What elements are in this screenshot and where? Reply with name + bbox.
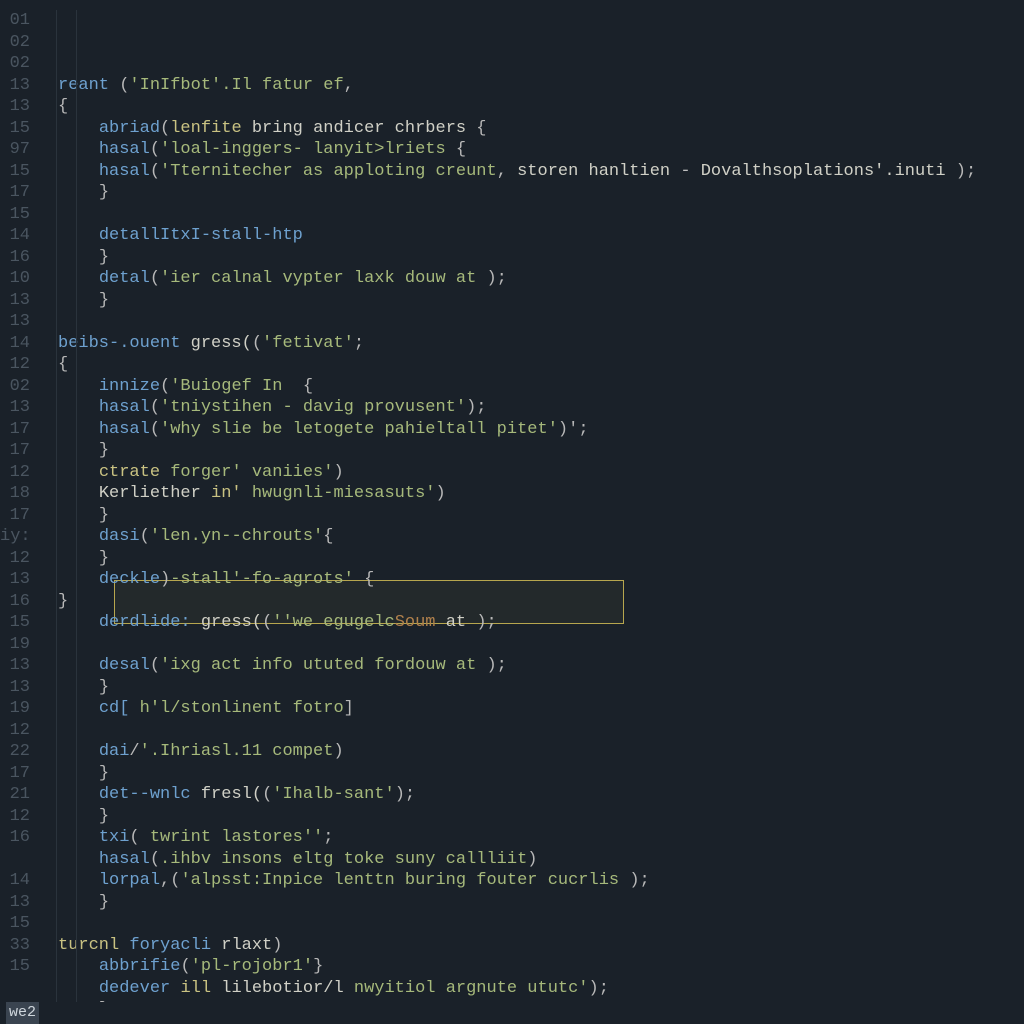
line-number: 22 [0, 741, 30, 763]
code-line[interactable]: } [38, 182, 1024, 204]
line-number: 15 [0, 612, 30, 634]
code-line[interactable]: detallItxI-stall-htp [38, 225, 1024, 247]
line-number: 12 [0, 462, 30, 484]
line-number: 13 [0, 677, 30, 699]
line-number: 18 [0, 483, 30, 505]
code-line[interactable]: hasal('loal-inggers- lanyit>lriets { [38, 139, 1024, 161]
line-number: iy: [0, 526, 30, 548]
line-number: 12 [0, 720, 30, 742]
code-line[interactable] [38, 311, 1024, 333]
line-number: 16 [0, 247, 30, 269]
code-line[interactable]: } [38, 806, 1024, 828]
line-number: 15 [0, 118, 30, 140]
line-number: 14 [0, 870, 30, 892]
code-line[interactable]: hasal(.ihbv insons eltg toke suny callli… [38, 849, 1024, 871]
code-line[interactable]: reant ('InIfbot'.Il fatur ef, [38, 75, 1024, 97]
line-number: 02 [0, 53, 30, 75]
line-number: 17 [0, 440, 30, 462]
line-number: 17 [0, 182, 30, 204]
line-number [0, 849, 30, 871]
line-number: 10 [0, 268, 30, 290]
code-line[interactable]: hasal('why slie be letogete pahieltall p… [38, 419, 1024, 441]
line-number: 16 [0, 827, 30, 849]
status-bar: we2 [0, 1002, 1024, 1024]
line-number: 12 [0, 548, 30, 570]
line-number: 13 [0, 655, 30, 677]
line-number: 19 [0, 698, 30, 720]
line-number: 14 [0, 225, 30, 247]
line-number: 12 [0, 354, 30, 376]
code-line[interactable]: } [38, 548, 1024, 570]
line-number: 02 [0, 32, 30, 54]
code-line[interactable]: Kerliether in' hwugnli-miesasuts') [38, 483, 1024, 505]
line-number: 15 [0, 204, 30, 226]
line-number: 19 [0, 634, 30, 656]
line-number: 12 [0, 806, 30, 828]
code-line[interactable]: hasal('Tternitecher as apploting creunt,… [38, 161, 1024, 183]
line-number: 17 [0, 419, 30, 441]
line-number: 33 [0, 935, 30, 957]
line-number: 13 [0, 96, 30, 118]
line-number: 13 [0, 290, 30, 312]
code-line[interactable]: { [38, 96, 1024, 118]
code-line[interactable]: } [38, 440, 1024, 462]
line-number: 15 [0, 956, 30, 978]
code-line[interactable]: dasi('len.yn--chrouts'{ [38, 526, 1024, 548]
code-line[interactable]: dai/'.Ihriasl.11 compet) [38, 741, 1024, 763]
line-number: 97 [0, 139, 30, 161]
code-line[interactable]: derdlide: gress((''we egugelcSoum at ); [38, 612, 1024, 634]
code-line[interactable]: } [38, 892, 1024, 914]
code-line[interactable]: } [38, 591, 1024, 613]
code-line[interactable]: desal('ixg act info ututed fordouw at ); [38, 655, 1024, 677]
line-number: 17 [0, 763, 30, 785]
status-text: we2 [6, 1002, 39, 1024]
code-line[interactable]: abbrifie('pl-rojobr1'} [38, 956, 1024, 978]
line-number: 15 [0, 913, 30, 935]
line-number: 13 [0, 892, 30, 914]
code-line[interactable]: ctrate forger' vaniies') [38, 462, 1024, 484]
code-line[interactable]: } [38, 505, 1024, 527]
code-line[interactable]: dedever ill lilebotior/l nwyitiol argnut… [38, 978, 1024, 1000]
code-line[interactable] [38, 204, 1024, 226]
line-number: 13 [0, 75, 30, 97]
line-number: 16 [0, 591, 30, 613]
code-line[interactable]: turcnl foryacli rlaxt) [38, 935, 1024, 957]
indent-guide [76, 10, 77, 1002]
code-line[interactable]: innize('Buiogef In { [38, 376, 1024, 398]
line-number: 17 [0, 505, 30, 527]
code-line[interactable]: det--wnlc fresl(('Ihalb-sant'); [38, 784, 1024, 806]
code-line[interactable]: lorpal,('alpsst:Inpice lenttn buring fou… [38, 870, 1024, 892]
code-line[interactable]: beibs-.ouent gress(('fetivat'; [38, 333, 1024, 355]
code-line[interactable]: txi( twrint lastores''; [38, 827, 1024, 849]
line-number: 13 [0, 311, 30, 333]
line-number: 15 [0, 161, 30, 183]
code-area[interactable]: reant ('InIfbot'.Il fatur ef,{ abriad(le… [38, 10, 1024, 1024]
code-line[interactable] [38, 913, 1024, 935]
code-line[interactable]: } [38, 247, 1024, 269]
code-line[interactable]: { [38, 354, 1024, 376]
line-number-gutter: 0102021313159715171514161013131412021317… [0, 10, 38, 1024]
code-line[interactable]: cd[ h'l/stonlinent fotro] [38, 698, 1024, 720]
code-line[interactable]: } [38, 290, 1024, 312]
line-number: 13 [0, 569, 30, 591]
code-editor[interactable]: 0102021313159715171514161013131412021317… [0, 0, 1024, 1024]
code-line[interactable]: hasal('tniystihen - davig provusent'); [38, 397, 1024, 419]
code-line[interactable] [38, 720, 1024, 742]
code-line[interactable]: } [38, 763, 1024, 785]
code-line[interactable]: deckle)-stall'-fo-agrots' { [38, 569, 1024, 591]
line-number: 13 [0, 397, 30, 419]
code-line[interactable]: } [38, 677, 1024, 699]
line-number: 02 [0, 376, 30, 398]
indent-guide [56, 10, 57, 1002]
code-line[interactable] [38, 634, 1024, 656]
code-line[interactable]: abriad(lenfite bring andicer chrbers { [38, 118, 1024, 140]
line-number: 01 [0, 10, 30, 32]
line-number: 21 [0, 784, 30, 806]
code-line[interactable]: detal('ier calnal vypter laxk douw at ); [38, 268, 1024, 290]
line-number: 14 [0, 333, 30, 355]
